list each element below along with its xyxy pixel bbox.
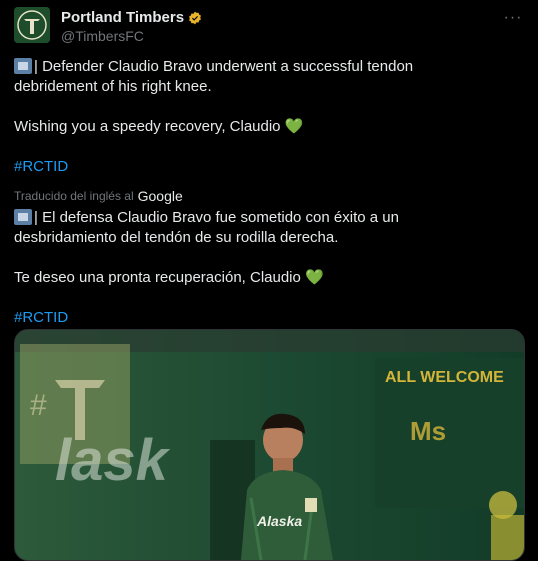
verified-badge-icon <box>189 11 202 24</box>
svg-text:ALL WELCOME: ALL WELCOME <box>385 369 504 386</box>
translation-label: Traducido del inglés al <box>14 189 134 203</box>
author-name[interactable]: Portland Timbers <box>61 9 184 26</box>
tweet-line-3: Wishing you a speedy recovery, Claudio 💚 <box>14 118 304 135</box>
news-icon <box>14 209 32 225</box>
translation-attribution: Traducido del inglés al Google <box>14 188 183 204</box>
tweet-line-2: debridement of his right knee. <box>14 78 212 95</box>
green-heart-icon: 💚 <box>305 269 324 286</box>
svg-text:Alaska: Alaska <box>256 513 302 529</box>
svg-text:Ms: Ms <box>410 416 446 446</box>
tweet-text: | Defender Claudio Bravo underwent a suc… <box>14 57 524 177</box>
avatar[interactable] <box>14 7 50 43</box>
news-icon <box>14 58 32 74</box>
translated-line-1: | El defensa Claudio Bravo fue sometido … <box>14 208 524 228</box>
tweet-header: Portland Timbers @TimbersFC ··· <box>14 7 524 47</box>
google-logo[interactable]: Google <box>138 188 183 204</box>
translated-line-2: desbridamiento del tendón de su rodilla … <box>14 229 339 246</box>
translated-line-3: Te deseo una pronta recuperación, Claudi… <box>14 269 324 286</box>
tweet-photo[interactable]: # lask ALL WELCOME Ms Alaska <box>14 329 525 561</box>
translated-hashtag-link[interactable]: #RCTID <box>14 308 524 328</box>
svg-text:lask: lask <box>55 428 171 493</box>
author-handle[interactable]: @TimbersFC <box>61 28 144 44</box>
player-photo: # lask ALL WELCOME Ms Alaska <box>15 330 524 560</box>
green-heart-icon: 💚 <box>284 118 304 135</box>
more-options-icon[interactable]: ··· <box>502 9 524 27</box>
hashtag-link[interactable]: #RCTID <box>14 157 524 177</box>
translated-text: | El defensa Claudio Bravo fue sometido … <box>14 208 524 328</box>
timbers-logo-icon <box>14 7 50 43</box>
svg-text:#: # <box>30 389 47 422</box>
tweet-line-1: | Defender Claudio Bravo underwent a suc… <box>14 57 524 77</box>
